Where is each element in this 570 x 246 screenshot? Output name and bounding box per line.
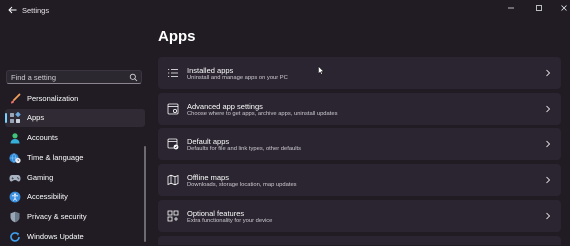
minimize-button[interactable] <box>496 0 526 16</box>
page-title: Apps <box>158 28 196 45</box>
sidebar-item-personalization[interactable]: Personalization <box>5 90 145 108</box>
mouse-cursor-icon <box>318 66 324 75</box>
card-offline-maps[interactable]: Offline maps Downloads, storage location… <box>158 164 561 196</box>
accessibility-icon <box>9 191 21 203</box>
map-icon <box>167 174 179 186</box>
close-icon <box>561 5 567 11</box>
card-subtitle: Downloads, storage location, map updates <box>187 182 297 188</box>
chevron-right-icon <box>546 212 551 220</box>
card-title: Advanced app settings <box>187 102 263 111</box>
sidebar-item-gaming[interactable]: Gaming <box>5 169 145 187</box>
advanced-app-settings-icon <box>167 103 179 115</box>
apps-icon <box>10 112 21 123</box>
card-subtitle: Defaults for file and link types, other … <box>187 146 302 152</box>
sidebar-item-label: Apps <box>27 113 45 122</box>
minimize-icon <box>508 7 514 9</box>
close-button[interactable] <box>549 0 570 16</box>
sidebar-item-windows-update[interactable]: Windows Update <box>5 228 145 246</box>
sidebar-item-label: Personalization <box>27 94 79 103</box>
card-installed-apps[interactable]: Installed apps Uninstall and manage apps… <box>158 57 561 89</box>
search-box[interactable] <box>6 70 142 84</box>
person-icon <box>10 133 20 144</box>
card-default-apps[interactable]: Default apps Defaults for file and link … <box>158 128 561 160</box>
sidebar-item-label: Accounts <box>27 133 58 142</box>
search-icon[interactable] <box>129 73 138 82</box>
sidebar-item-label: Windows Update <box>27 232 84 241</box>
card-advanced-app-settings[interactable]: Advanced app settings Choose where to ge… <box>158 93 561 125</box>
card-title: Offline maps <box>187 173 229 182</box>
app-title: Settings <box>22 6 50 15</box>
chevron-right-icon <box>546 105 551 113</box>
sidebar-item-label: Gaming <box>27 173 54 182</box>
default-apps-icon <box>167 138 179 150</box>
card-subtitle: Extra functionality for your device <box>187 218 273 224</box>
sidebar-item-label: Time & language <box>27 153 84 162</box>
chevron-right-icon <box>546 69 551 77</box>
installed-apps-icon <box>168 69 178 77</box>
sidebar-scrollbar[interactable] <box>144 146 146 242</box>
sidebar-item-privacy-security[interactable]: Privacy & security <box>5 208 145 226</box>
sidebar-item-label: Accessibility <box>27 192 68 201</box>
brush-icon <box>11 93 21 104</box>
back-button[interactable] <box>3 2 21 18</box>
search-input[interactable] <box>11 72 126 83</box>
sidebar-item-time-language[interactable]: Time & language <box>5 149 145 167</box>
sidebar-item-accounts[interactable]: Accounts <box>5 129 145 147</box>
card-subtitle: Choose where to get apps, archive apps, … <box>187 111 338 117</box>
card-title: Installed apps <box>187 66 234 75</box>
shield-icon <box>10 211 20 223</box>
card-title: Default apps <box>187 137 230 146</box>
globe-clock-icon <box>9 153 21 164</box>
sidebar-item-accessibility[interactable]: Accessibility <box>5 188 145 206</box>
selection-indicator <box>5 113 7 123</box>
card-optional-features[interactable]: Optional features Extra functionality fo… <box>158 200 561 232</box>
maximize-icon <box>536 5 542 11</box>
title-bar: Settings <box>0 0 570 22</box>
update-icon <box>10 232 20 242</box>
sidebar-item-label: Privacy & security <box>27 212 87 221</box>
card-subtitle: Uninstall and manage apps on your PC <box>187 75 288 81</box>
back-arrow-icon <box>7 6 16 14</box>
chevron-right-icon <box>546 176 551 184</box>
chevron-right-icon <box>546 140 551 148</box>
card-title: Optional features <box>187 209 245 218</box>
card-partial[interactable] <box>158 236 561 245</box>
gamepad-icon <box>9 175 21 182</box>
sidebar-item-apps[interactable]: Apps <box>5 109 145 127</box>
optional-features-icon <box>167 210 179 222</box>
